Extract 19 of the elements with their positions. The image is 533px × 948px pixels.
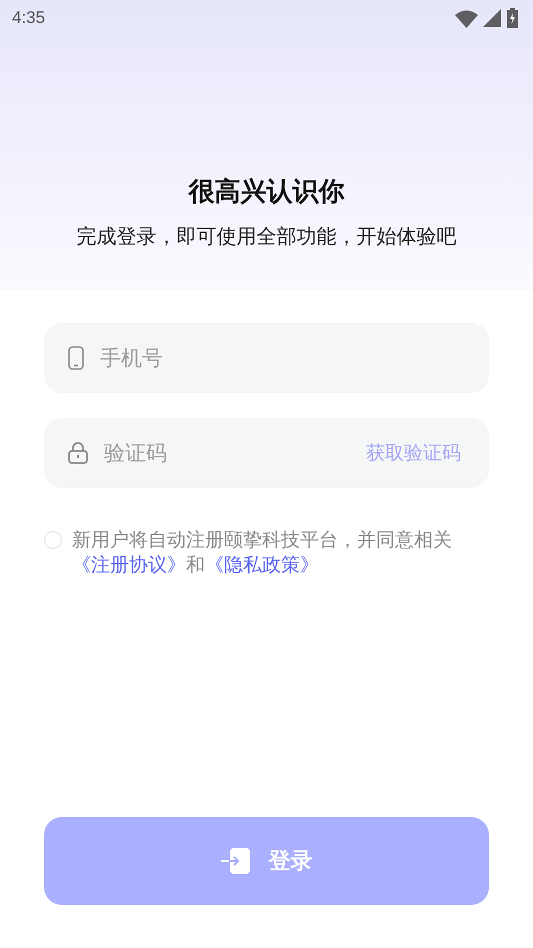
agree-checkbox[interactable] — [44, 531, 62, 549]
agreement-text: 新用户将自动注册颐挚科技平台，并同意相关 《注册协议》和《隐私政策》 — [72, 528, 453, 578]
code-field[interactable]: 验证码 获取验证码 — [44, 418, 489, 488]
wifi-icon — [455, 8, 478, 28]
welcome-title: 很高兴认识你 — [187, 176, 346, 209]
phone-field[interactable]: 手机号 — [44, 323, 489, 393]
phone-icon — [68, 346, 84, 370]
get-code-link[interactable]: 获取验证码 — [366, 440, 461, 466]
lock-icon — [68, 442, 88, 464]
status-time: 4:35 — [12, 8, 46, 28]
policy-link[interactable]: 《隐私政策》 — [205, 554, 319, 576]
login-button[interactable]: 登录 — [44, 817, 489, 905]
signal-icon — [483, 9, 501, 27]
code-input[interactable]: 验证码 — [102, 440, 352, 466]
battery-icon — [506, 8, 519, 28]
policy-link[interactable]: 《注册协议》 — [72, 554, 186, 576]
phone-input[interactable]: 手机号 — [98, 345, 461, 371]
welcome-subtitle: 完成登录，即可使用全部功能，开始体验吧 — [76, 223, 458, 250]
login-icon — [220, 846, 250, 876]
